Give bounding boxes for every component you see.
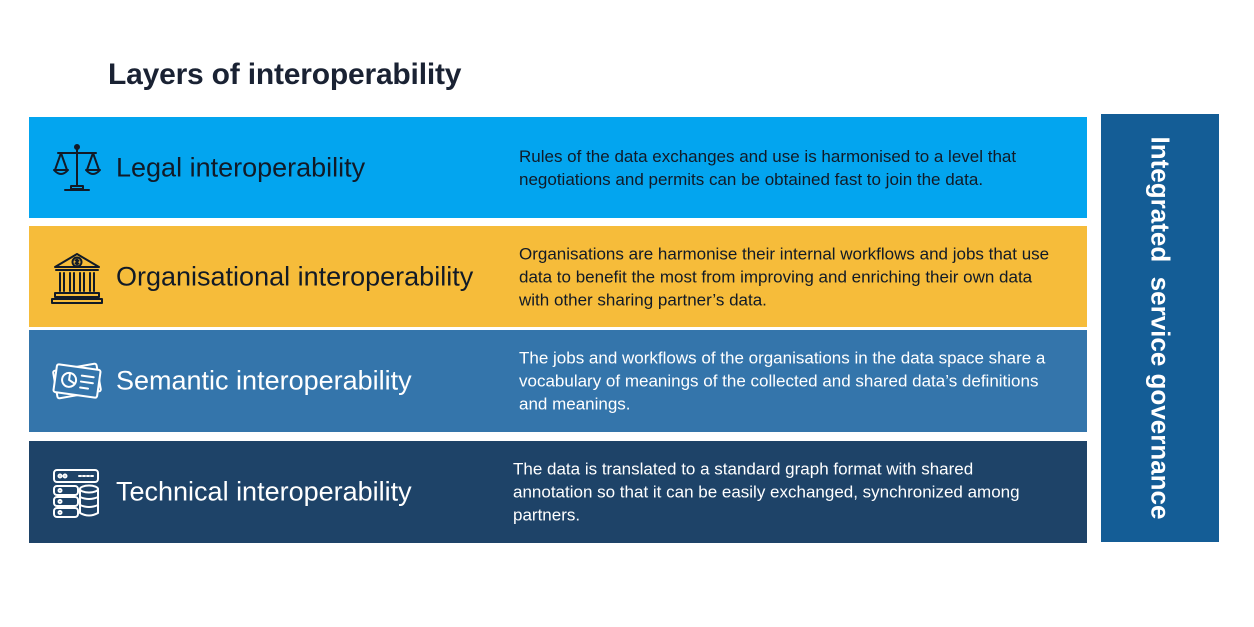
governance-bar: Integrated service governance bbox=[1101, 114, 1219, 542]
bank-icon bbox=[49, 249, 105, 305]
layer-legal: Legal interoperability Rules of the data… bbox=[29, 117, 1087, 218]
layer-semantic: Semantic interoperability The jobs and w… bbox=[29, 330, 1087, 432]
layer-name: Legal interoperability bbox=[116, 152, 366, 182]
layer-organisational: Organisational interoperability Organisa… bbox=[29, 226, 1087, 327]
layer-description: Rules of the data exchanges and use is h… bbox=[519, 146, 1017, 189]
documents-chart-icon bbox=[49, 353, 105, 409]
page-title: Layers of interoperability bbox=[108, 58, 462, 91]
layer-description: Organisations are harmonise their intern… bbox=[519, 244, 1050, 309]
governance-label: Integrated service governance bbox=[1145, 136, 1176, 520]
layer-technical: Technical interoperability The data is t… bbox=[29, 441, 1087, 543]
scales-icon bbox=[49, 140, 105, 196]
layer-name: Semantic interoperability bbox=[116, 365, 412, 396]
layer-description: The data is translated to a standard gra… bbox=[513, 459, 1020, 525]
layer-name: Technical interoperability bbox=[116, 476, 412, 507]
layer-description: The jobs and workflows of the organisati… bbox=[519, 348, 1046, 414]
layer-name: Organisational interoperability bbox=[116, 261, 474, 291]
database-server-icon bbox=[49, 464, 105, 520]
